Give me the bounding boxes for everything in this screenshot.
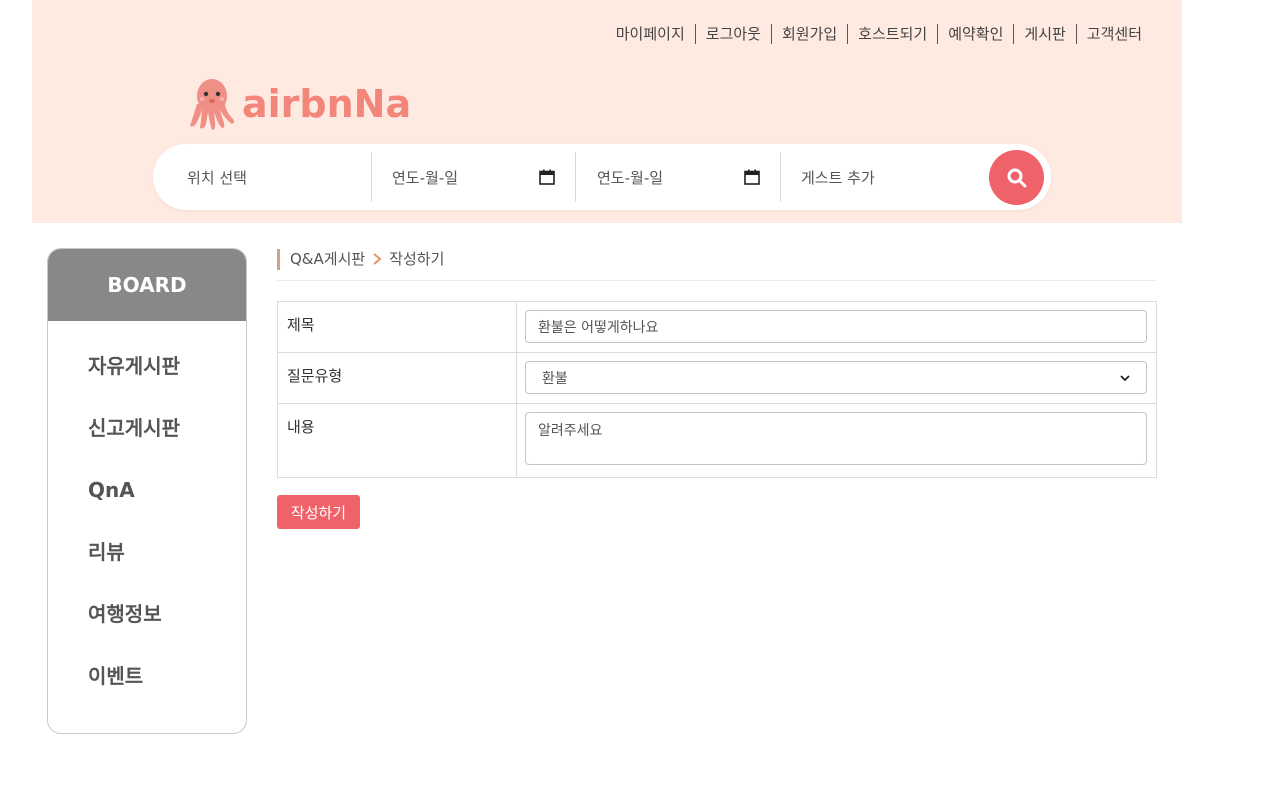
chevron-down-icon [1120, 374, 1130, 381]
sidebar-item-report-board[interactable]: 신고게시판 [88, 397, 246, 459]
title-input[interactable] [525, 310, 1147, 343]
content-label: 내용 [287, 418, 315, 436]
sidebar-item-event[interactable]: 이벤트 [88, 645, 246, 707]
sidebar-item-review[interactable]: 리뷰 [88, 521, 246, 583]
site-logo[interactable]: airbnNa [188, 74, 411, 134]
title-label: 제목 [287, 316, 315, 334]
breadcrumb: Q&A게시판 작성하기 [277, 248, 1157, 281]
nav-reservation-link[interactable]: 예약확인 [937, 24, 1013, 44]
sidebar-item-travel-info[interactable]: 여행정보 [88, 583, 246, 645]
search-bar: 위치 선택 연도-월-일 연도-월-일 게스트 추가 [153, 144, 1051, 210]
chevron-right-icon [373, 253, 382, 265]
sidebar-item-free-board[interactable]: 자유게시판 [88, 335, 246, 397]
checkin-date-input[interactable]: 연도-월-일 [392, 152, 562, 202]
site-header: 마이페이지 로그아웃 회원가입 호스트되기 예약확인 게시판 고객센터 airb… [32, 0, 1182, 223]
search-button[interactable] [989, 150, 1044, 205]
checkin-placeholder: 연도-월-일 [392, 168, 459, 187]
sidebar-menu: 자유게시판 신고게시판 QnA 리뷰 여행정보 이벤트 [48, 321, 246, 707]
octopus-icon [190, 79, 234, 130]
nav-signup-link[interactable]: 회원가입 [770, 24, 847, 44]
type-label: 질문유형 [287, 367, 343, 385]
guest-placeholder: 게스트 추가 [801, 168, 875, 187]
logo-text: airbnNa [242, 82, 412, 126]
breadcrumb-accent-bar [277, 249, 280, 270]
submit-button[interactable]: 작성하기 [277, 495, 360, 529]
nav-become-host-link[interactable]: 호스트되기 [847, 24, 937, 44]
form-row-type: 질문유형 환불 [277, 352, 1157, 404]
write-form-table: 제목 질문유형 환불 내용 알려주세요 [277, 301, 1157, 478]
nav-logout-link[interactable]: 로그아웃 [694, 24, 771, 44]
content-textarea[interactable]: 알려주세요 [525, 412, 1147, 465]
form-row-content: 내용 알려주세요 [277, 403, 1157, 478]
calendar-icon[interactable] [744, 169, 760, 185]
nav-board-link[interactable]: 게시판 [1013, 24, 1075, 44]
nav-support-link[interactable]: 고객센터 [1075, 24, 1152, 44]
location-select[interactable]: 위치 선택 [187, 152, 367, 202]
search-icon [1007, 168, 1026, 187]
checkout-placeholder: 연도-월-일 [597, 168, 664, 187]
question-type-select[interactable]: 환불 [525, 361, 1147, 394]
breadcrumb-current: 작성하기 [389, 250, 445, 268]
guest-input[interactable]: 게스트 추가 [801, 152, 971, 202]
sidebar-title: BOARD [48, 249, 246, 321]
form-row-title: 제목 [277, 301, 1157, 353]
nav-mypage-link[interactable]: 마이페이지 [606, 24, 695, 44]
divider [780, 152, 781, 202]
divider [575, 152, 576, 202]
sidebar-item-qna[interactable]: QnA [88, 459, 246, 521]
divider [371, 152, 372, 202]
board-sidebar: BOARD 자유게시판 신고게시판 QnA 리뷰 여행정보 이벤트 [47, 248, 247, 734]
checkout-date-input[interactable]: 연도-월-일 [597, 152, 767, 202]
top-nav: 마이페이지 로그아웃 회원가입 호스트되기 예약확인 게시판 고객센터 [606, 22, 1152, 46]
location-placeholder: 위치 선택 [187, 168, 247, 187]
breadcrumb-parent[interactable]: Q&A게시판 [290, 248, 365, 270]
calendar-icon[interactable] [539, 169, 555, 185]
question-type-value: 환불 [542, 370, 568, 387]
